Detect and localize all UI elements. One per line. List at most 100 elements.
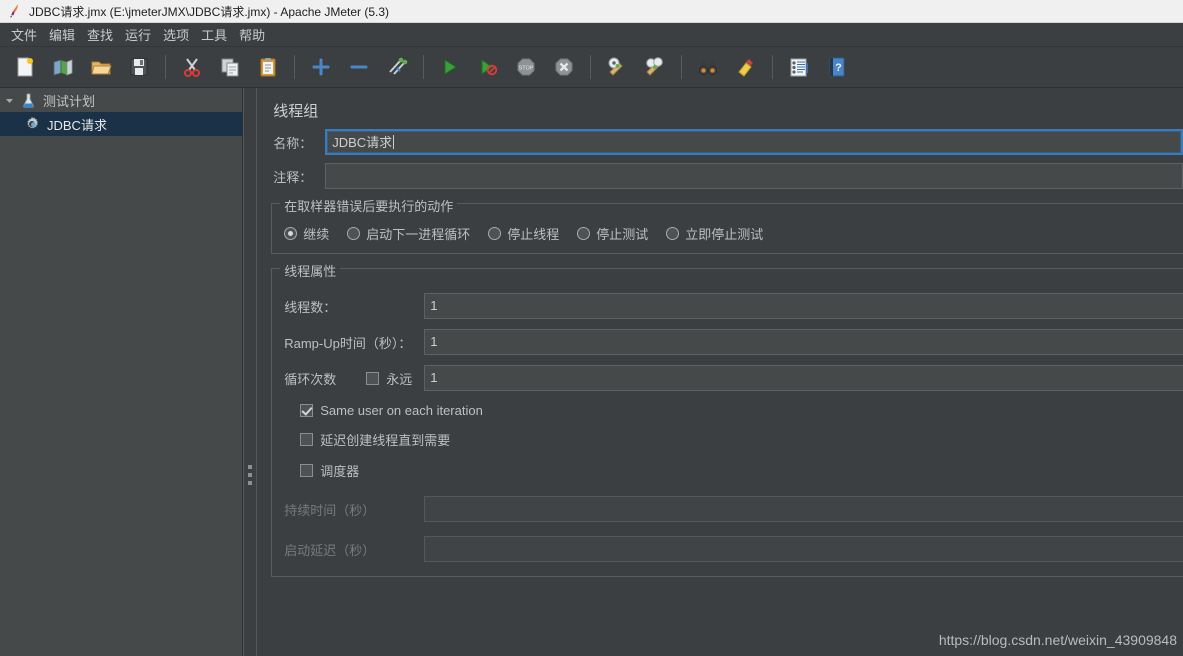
main-split: 测试计划 JDBC请求 线程组 名称： JDBC请求 注释： 在取样器错误后要执… — [0, 88, 1183, 656]
sampler-error-action-group: 在取样器错误后要执行的动作 继续 启动下一进程循环 停止线程 停止测试 立即停止… — [271, 196, 1183, 254]
delayed-start-checkbox[interactable]: 延迟创建线程直到需要 — [272, 430, 1183, 449]
menu-search[interactable]: 查找 — [81, 23, 119, 46]
radio-stop-test-now[interactable]: 立即停止测试 — [666, 224, 763, 243]
menu-options[interactable]: 选项 — [157, 23, 195, 46]
collapse-minus-icon[interactable] — [344, 52, 374, 82]
radio-continue-indicator[interactable] — [284, 227, 298, 240]
name-label: 名称： — [273, 135, 313, 151]
clear-all-icon[interactable] — [640, 52, 670, 82]
threads-input[interactable]: 1 — [424, 293, 1183, 319]
comment-field-row: 注释： — [257, 163, 1183, 189]
copy-icon[interactable] — [215, 52, 245, 82]
error-action-radio-row: 继续 启动下一进程循环 停止线程 停止测试 立即停止测试 — [272, 224, 1183, 243]
split-divider[interactable] — [243, 88, 258, 656]
name-input[interactable]: JDBC请求 — [325, 129, 1183, 155]
loops-forever-label: 永远 — [386, 371, 413, 387]
menu-help[interactable]: 帮助 — [233, 23, 271, 46]
radio-stop-test-indicator[interactable] — [577, 227, 591, 240]
menu-edit[interactable]: 编辑 — [43, 23, 81, 46]
chevron-down-icon[interactable] — [0, 96, 18, 105]
start-no-timers-icon[interactable] — [473, 52, 503, 82]
divider-grip[interactable] — [248, 465, 253, 489]
tree-node-label: 测试计划 — [43, 93, 96, 109]
menu-bar: 文件 编辑 查找 运行 选项 工具 帮助 — [0, 23, 1183, 47]
menu-file[interactable]: 文件 — [5, 23, 43, 46]
radio-stop-test-now-indicator[interactable] — [666, 227, 680, 240]
expand-plus-icon[interactable] — [306, 52, 336, 82]
name-field-row: 名称： JDBC请求 — [257, 129, 1183, 155]
radio-stop-thread-indicator[interactable] — [488, 227, 502, 240]
svg-text:STOP: STOP — [519, 66, 534, 72]
delayed-start-label: 延迟创建线程直到需要 — [320, 433, 451, 448]
tree-node-test-plan[interactable]: 测试计划 — [0, 88, 242, 112]
toggle-enable-icon[interactable] — [382, 52, 412, 82]
toolbar-separator — [165, 55, 166, 79]
scheduler-checkbox-indicator[interactable] — [300, 464, 314, 477]
watermark: https://blog.csdn.net/weixin_43909848 — [938, 632, 1177, 648]
thread-properties-title: 线程属性 — [280, 261, 341, 280]
duration-input[interactable] — [424, 496, 1183, 522]
shutdown-icon[interactable] — [549, 52, 579, 82]
duration-label: 持续时间（秒） — [284, 502, 376, 518]
save-icon[interactable] — [124, 52, 154, 82]
menu-tools[interactable]: 工具 — [195, 23, 233, 46]
radio-stop-test[interactable]: 停止测试 — [577, 224, 648, 243]
scheduler-label: 调度器 — [320, 464, 360, 479]
search-binoculars-icon[interactable] — [693, 52, 723, 82]
stop-icon[interactable]: STOP — [511, 52, 541, 82]
rampup-input[interactable]: 1 — [424, 329, 1183, 355]
loops-row: 循环次数 永远 1 — [272, 365, 1183, 391]
delayed-start-checkbox-indicator[interactable] — [300, 433, 314, 446]
thread-group-gear-icon — [22, 115, 42, 133]
toolbar-separator — [681, 55, 682, 79]
startup-delay-row: 启动延迟（秒） — [272, 536, 1183, 562]
tree-node-jdbc-request[interactable]: JDBC请求 — [0, 112, 243, 136]
toolbar-separator — [294, 55, 295, 79]
sampler-error-action-title: 在取样器错误后要执行的动作 — [280, 196, 458, 215]
same-user-label: Same user on each iteration — [320, 403, 483, 418]
reset-search-broom-icon[interactable] — [731, 52, 761, 82]
radio-stop-thread-label: 停止线程 — [507, 227, 560, 242]
startup-delay-label: 启动延迟（秒） — [284, 542, 376, 558]
same-user-checkbox-indicator[interactable] — [300, 404, 314, 417]
loops-forever-checkbox[interactable]: 永远 — [366, 369, 424, 388]
svg-text:?: ? — [835, 62, 842, 74]
cut-scissors-icon[interactable] — [177, 52, 207, 82]
toolbar-separator — [590, 55, 591, 79]
paste-clipboard-icon[interactable] — [253, 52, 283, 82]
templates-icon[interactable] — [48, 52, 78, 82]
new-document-icon[interactable] — [10, 52, 40, 82]
loops-forever-checkbox-indicator[interactable] — [366, 371, 380, 385]
radio-continue-label: 继续 — [303, 227, 330, 242]
comment-label: 注释： — [273, 169, 313, 185]
jmeter-feather-icon — [7, 3, 23, 19]
toolbar-separator — [423, 55, 424, 79]
function-helper-icon[interactable] — [784, 52, 814, 82]
same-user-checkbox[interactable]: Same user on each iteration — [272, 403, 1183, 418]
radio-stop-thread[interactable]: 停止线程 — [488, 224, 559, 243]
radio-start-next-loop[interactable]: 启动下一进程循环 — [347, 224, 470, 243]
startup-delay-input[interactable] — [424, 536, 1183, 562]
comment-input[interactable] — [325, 163, 1183, 189]
scheduler-checkbox[interactable]: 调度器 — [272, 461, 1183, 480]
radio-continue[interactable]: 继续 — [284, 224, 329, 243]
start-play-icon[interactable] — [435, 52, 465, 82]
radio-stop-test-label: 停止测试 — [596, 227, 649, 242]
toolbar-separator — [772, 55, 773, 79]
title-bar: JDBC请求.jmx (E:\jmeterJMX\JDBC请求.jmx) - A… — [0, 0, 1183, 23]
open-folder-icon[interactable] — [86, 52, 116, 82]
thread-properties-group: 线程属性 线程数： 1 Ramp-Up时间（秒）： 1 循环次数 永远 1 Sa… — [271, 261, 1183, 577]
test-plan-tree[interactable]: 测试计划 JDBC请求 — [0, 88, 244, 656]
menu-run[interactable]: 运行 — [119, 23, 157, 46]
clear-icon[interactable] — [602, 52, 632, 82]
radio-start-next-loop-label: 启动下一进程循环 — [366, 227, 471, 242]
test-plan-icon — [18, 91, 38, 109]
page-title: 线程组 — [273, 103, 319, 120]
help-book-icon[interactable]: ? — [822, 52, 852, 82]
radio-start-next-loop-indicator[interactable] — [347, 227, 361, 240]
radio-stop-test-now-label: 立即停止测试 — [685, 227, 764, 242]
toolbar: STOP ? — [0, 47, 1183, 88]
loops-label: 循环次数 — [284, 371, 337, 387]
loops-input[interactable]: 1 — [424, 365, 1183, 391]
window-title: JDBC请求.jmx (E:\jmeterJMX\JDBC请求.jmx) - A… — [29, 4, 390, 19]
